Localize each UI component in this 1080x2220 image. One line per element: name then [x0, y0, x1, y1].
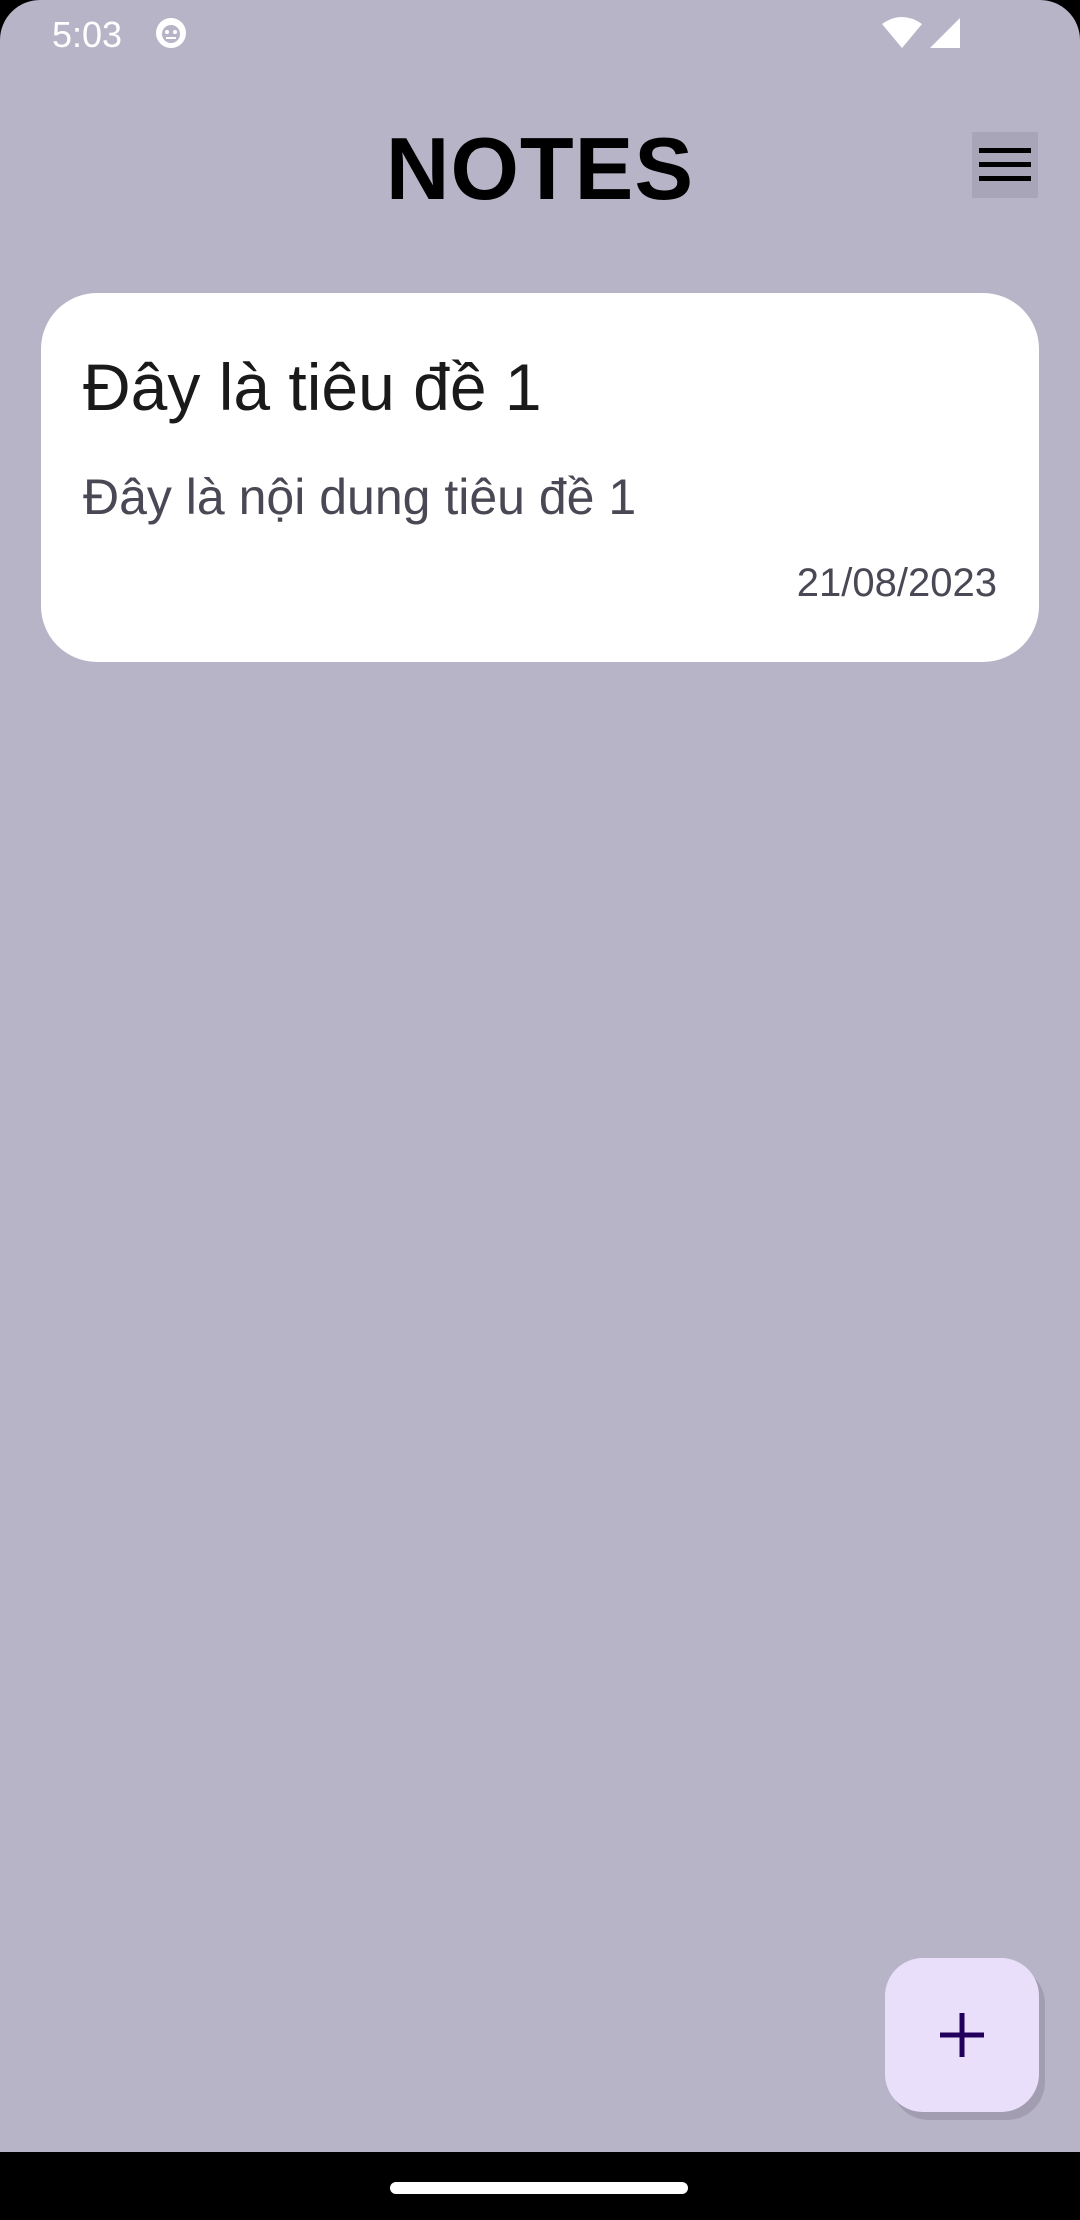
- hamburger-menu-icon: [979, 148, 1031, 181]
- wifi-icon: [882, 17, 922, 48]
- add-note-button[interactable]: [885, 1958, 1039, 2112]
- note-content: Đây là nội dung tiêu đề 1: [83, 469, 637, 525]
- note-date: 21/08/2023: [796, 561, 997, 605]
- note-card[interactable]: Đây là tiêu đề 1 Đây là nội dung tiêu đề…: [41, 293, 1039, 662]
- app-screen: 5:03 NOTES Đây là tiêu đề 1 Đây là nội d…: [0, 0, 1080, 2152]
- status-bar: 5:03: [0, 0, 1080, 66]
- signal-icon: [930, 18, 960, 48]
- app-notification-icon: [156, 18, 186, 48]
- menu-button[interactable]: [972, 132, 1038, 198]
- home-indicator[interactable]: [390, 2182, 688, 2194]
- note-title: Đây là tiêu đề 1: [83, 350, 542, 424]
- status-time: 5:03: [52, 14, 123, 55]
- page-title: NOTES: [385, 119, 695, 218]
- plus-icon: [940, 2013, 984, 2057]
